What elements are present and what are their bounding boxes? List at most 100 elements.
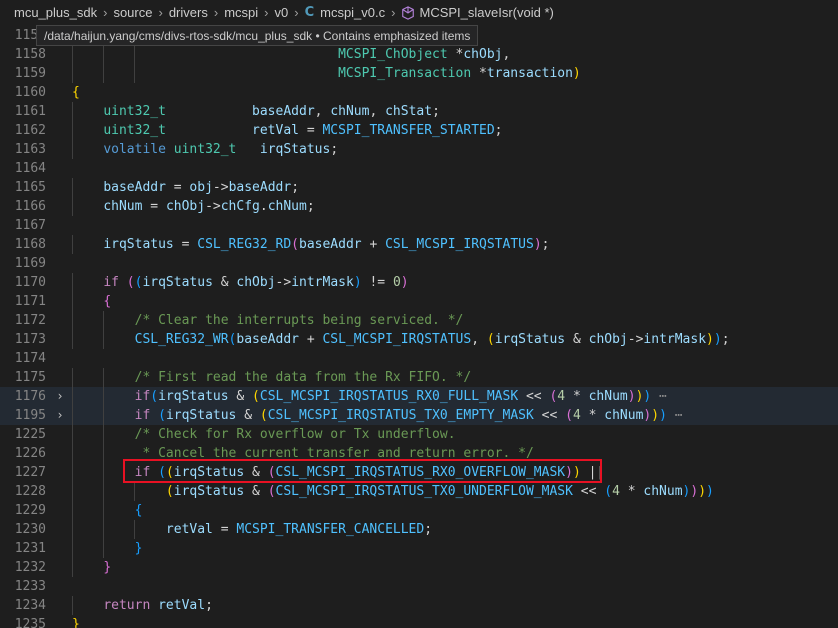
- code-token: (: [486, 332, 495, 347]
- line-number: 1229: [14, 503, 46, 518]
- code-line[interactable]: 1234 return retVal;: [0, 596, 838, 615]
- code-line[interactable]: 1171 {: [0, 292, 838, 311]
- code-token: ): [698, 484, 707, 499]
- code-token: 4: [572, 408, 581, 423]
- ellipsis-icon[interactable]: ⋯: [667, 408, 683, 423]
- line-number: 1167: [14, 218, 46, 233]
- code-text: baseAddr = obj->baseAddr;: [72, 178, 299, 197]
- breadcrumb-item-root[interactable]: mcu_plus_sdk: [14, 5, 97, 20]
- code-line[interactable]: 1235}: [0, 615, 838, 628]
- code-line[interactable]: 1167: [0, 216, 838, 235]
- indent-guide: [103, 425, 105, 444]
- code-token: +: [299, 332, 323, 347]
- code-line[interactable]: › 1176 if(irqStatus & (CSL_MCSPI_IRQSTATU…: [0, 387, 838, 406]
- code-token: 0: [392, 275, 401, 290]
- code-line[interactable]: 1169: [0, 254, 838, 273]
- code-text: /* Check for Rx overflow or Tx underflow…: [72, 425, 456, 444]
- code-text: if (irqStatus & (CSL_MCSPI_IRQSTATUS_TX0…: [72, 406, 683, 425]
- code-line[interactable]: 1163 volatile uint32_t irqStatus;: [0, 140, 838, 159]
- code-token: ,: [502, 47, 511, 62]
- tooltip-path: /data/haijun.yang/cms/divs-rtos-sdk/mcu_…: [44, 29, 313, 43]
- code-line[interactable]: 1162 uint32_t retVal = MCSPI_TRANSFER_ST…: [0, 121, 838, 140]
- indent-guide: [72, 197, 73, 216]
- indent-guide: [72, 102, 73, 121]
- code-line[interactable]: 1229 {: [0, 501, 838, 520]
- code-line[interactable]: 1228 (irqStatus & (CSL_MCSPI_IRQSTATUS_T…: [0, 482, 838, 501]
- line-number: 1158: [14, 47, 46, 62]
- code-line[interactable]: 1170 if ((irqStatus & chObj->intrMask) !…: [0, 273, 838, 292]
- code-token: ->: [205, 199, 221, 214]
- code-editor[interactable]: 1157 void *obj,1158 MCSPI_ChObject *chOb…: [0, 25, 838, 628]
- indent-guide: [72, 311, 73, 330]
- line-number: 1172: [14, 313, 46, 328]
- breadcrumb-symbol[interactable]: MCSPI_slaveIsr(void *): [419, 5, 553, 20]
- code-line[interactable]: 1231 }: [0, 539, 838, 558]
- code-line[interactable]: 1175 /* First read the data from the Rx …: [0, 368, 838, 387]
- code-line[interactable]: 1174: [0, 349, 838, 368]
- code-text: if ((irqStatus & chObj->intrMask) != 0): [72, 273, 408, 292]
- code-token: ): [572, 66, 581, 81]
- code-token: retVal: [165, 522, 213, 537]
- code-line[interactable]: 1230 retVal = MCSPI_TRANSFER_CANCELLED;: [0, 520, 838, 539]
- code-token: ): [353, 275, 362, 290]
- code-line[interactable]: 1159 MCSPI_Transaction *transaction): [0, 64, 838, 83]
- c-file-icon: C: [304, 5, 315, 20]
- code-token: uint32_t: [103, 104, 166, 119]
- breadcrumb-item-source[interactable]: source: [113, 5, 152, 20]
- breadcrumb-file[interactable]: mcspi_v0.c: [320, 5, 385, 20]
- code-token: baseAddr: [236, 332, 299, 347]
- line-number: 1231: [14, 541, 46, 556]
- fold-chevron-icon[interactable]: ›: [55, 406, 65, 425]
- code-line[interactable]: › 1195 if (irqStatus & (CSL_MCSPI_IRQSTAT…: [0, 406, 838, 425]
- code-line[interactable]: 1160 {: [0, 83, 838, 102]
- code-token: chNum: [643, 484, 683, 499]
- code-line[interactable]: 1165 baseAddr = obj->baseAddr;: [0, 178, 838, 197]
- line-number: 1169: [14, 256, 46, 271]
- code-line[interactable]: 1173 CSL_REG32_WR (baseAddr + CSL_MCSPI_I…: [0, 330, 838, 349]
- code-line[interactable]: 1166 chNum = chObj->chCfg.chNum;: [0, 197, 838, 216]
- code-token: CSL_MCSPI_IRQSTATUS_TX0_UNDERFLOW_MASK: [275, 484, 573, 499]
- code-token: baseAddr: [103, 180, 166, 195]
- code-token: ;: [291, 180, 300, 195]
- code-token: *: [447, 47, 464, 62]
- indent-guide: [134, 520, 136, 539]
- breadcrumb-item-drivers[interactable]: drivers: [169, 5, 208, 20]
- code-token: }: [72, 617, 80, 628]
- code-line[interactable]: 1168 irqStatus = CSL_REG32_RD(baseAddr +…: [0, 235, 838, 254]
- line-number: 1166: [14, 199, 46, 214]
- ellipsis-icon[interactable]: ⋯: [651, 389, 667, 404]
- line-number: 1234: [14, 598, 46, 613]
- code-line[interactable]: 1233: [0, 577, 838, 596]
- indent-guide: [103, 330, 105, 349]
- code-token: (: [165, 484, 174, 499]
- code-line[interactable]: 1158 MCSPI_ChObject *chObj,: [0, 45, 838, 64]
- indent-guide: [103, 520, 105, 539]
- code-line[interactable]: 1172 /* Clear the interrupts being servi…: [0, 311, 838, 330]
- code-line[interactable]: 1164: [0, 159, 838, 178]
- breadcrumb-item-mcspi[interactable]: mcspi: [224, 5, 258, 20]
- code-token: CSL_MCSPI_IRQSTATUS_TX0_EMPTY_MASK: [267, 408, 534, 423]
- code-token: (: [267, 484, 276, 499]
- code-token: (: [291, 237, 299, 252]
- code-line[interactable]: 1225 /* Check for Rx overflow or Tx unde…: [0, 425, 838, 444]
- line-number: 1173: [14, 332, 46, 347]
- code-text: /* First read the data from the Rx FIFO.…: [72, 368, 472, 387]
- code-text: {: [72, 501, 143, 520]
- code-token: volatile: [103, 142, 166, 157]
- code-line[interactable]: 1161 uint32_t baseAddr, chNum, chStat;: [0, 102, 838, 121]
- code-token: MCSPI_Transaction: [338, 66, 472, 81]
- indent-guide: [72, 501, 73, 520]
- fold-chevron-icon[interactable]: ›: [55, 387, 65, 406]
- code-token: ): [533, 237, 542, 252]
- code-line[interactable]: 1232 }: [0, 558, 838, 577]
- indent-guide: [72, 539, 73, 558]
- breadcrumb-item-v0[interactable]: v0: [274, 5, 288, 20]
